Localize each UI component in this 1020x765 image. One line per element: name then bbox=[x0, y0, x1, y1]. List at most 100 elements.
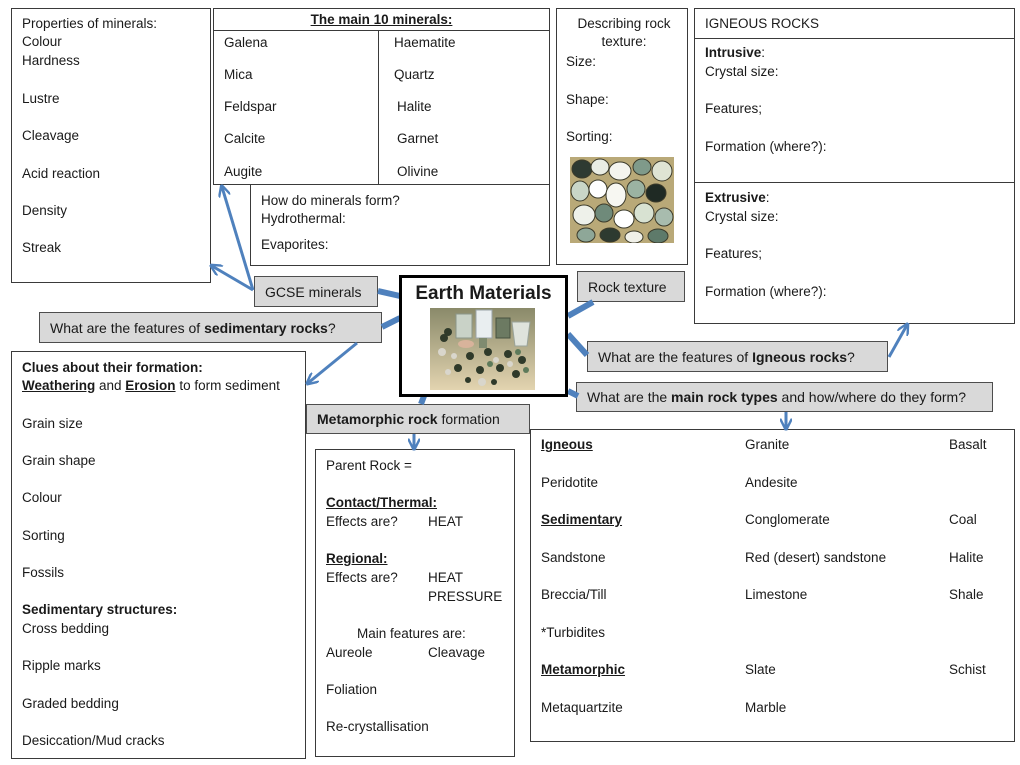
rock-types-box: Igneous Granite Basalt Peridotite Andesite Se… bbox=[530, 429, 1015, 742]
mineral-item: Quartz bbox=[394, 67, 435, 82]
regional-effects-value: PRESSURE bbox=[428, 589, 503, 604]
rock-type-item: Basalt bbox=[949, 437, 987, 452]
igneous-q-post: ? bbox=[847, 349, 855, 365]
feature-item: Foliation bbox=[326, 682, 378, 697]
rock-type-item: Coal bbox=[949, 512, 977, 527]
property-item: Lustre bbox=[22, 91, 60, 106]
extrusive-heading-text: Extrusive bbox=[705, 190, 766, 205]
and-text: and bbox=[95, 378, 126, 393]
rock-type-item: Marble bbox=[745, 699, 787, 715]
feature-item: Aureole bbox=[326, 645, 373, 660]
weathering-line: Weathering and Erosion to form sediment bbox=[22, 377, 280, 394]
arrow-to-sedimentary-box bbox=[308, 341, 358, 383]
main-minerals-table: The main 10 minerals: Galena Mica Feldsp… bbox=[213, 8, 550, 185]
property-item: Hardness bbox=[22, 53, 80, 68]
mineral-item: Galena bbox=[224, 35, 268, 50]
igneous-q-bold: Igneous rocks bbox=[752, 349, 848, 365]
property-item: Colour bbox=[22, 34, 62, 49]
structure-item: Ripple marks bbox=[22, 658, 101, 673]
main-types-q-bold: main rock types bbox=[671, 389, 778, 405]
weathering-term: Weathering bbox=[22, 378, 96, 393]
main-types-q-post: and how/where do they form? bbox=[777, 389, 966, 405]
hub-to-rock-texture-connector bbox=[566, 299, 595, 319]
gcse-minerals-text: GCSE minerals bbox=[265, 284, 362, 300]
intrusive-heading-text: Intrusive bbox=[705, 45, 762, 60]
rock-type-item: Granite bbox=[745, 437, 790, 452]
metamorphic-box: Parent Rock = Contact/Thermal: Effects a… bbox=[315, 449, 515, 757]
texture-item: Shape: bbox=[566, 92, 609, 107]
sedimentary-item: Grain size bbox=[22, 416, 83, 431]
extrusive-line: Formation (where?): bbox=[705, 284, 827, 299]
sedimentary-item: Grain shape bbox=[22, 453, 96, 468]
extrusive-line: Crystal size: bbox=[705, 209, 779, 224]
sediment-text: to form sediment bbox=[175, 378, 280, 393]
rock-type-item: Schist bbox=[949, 662, 986, 677]
texture-item: Size: bbox=[566, 54, 597, 69]
sedimentary-heading: Clues about their formation: bbox=[22, 360, 203, 375]
intrusive-heading: Intrusive: bbox=[705, 45, 766, 60]
intrusive-line: Formation (where?): bbox=[705, 139, 827, 154]
sedimentary-item: Colour bbox=[22, 490, 62, 505]
rock-type-item: Sandstone bbox=[541, 549, 606, 565]
rock-texture-label[interactable]: Rock texture bbox=[577, 271, 685, 302]
rock-type-item: Peridotite bbox=[541, 474, 599, 490]
igneous-question-label[interactable]: What are the features of Igneous rocks? bbox=[587, 341, 888, 372]
property-item: Density bbox=[22, 203, 68, 218]
main-minerals-title-row: The main 10 minerals: bbox=[214, 9, 549, 31]
earth-materials-title: Earth Materials bbox=[415, 283, 552, 304]
sedimentary-question-label[interactable]: What are the features of sedimentary roc… bbox=[39, 312, 382, 343]
hub-to-sedimentary-connector bbox=[380, 315, 402, 330]
igneous-divider bbox=[695, 182, 1014, 183]
property-item: Acid reaction bbox=[22, 166, 101, 181]
rock-texture-image bbox=[570, 157, 674, 243]
minerals-form-question: How do minerals form? bbox=[261, 193, 400, 208]
hub-to-gcse-connector bbox=[377, 288, 401, 299]
rock-type-item: Shale bbox=[949, 587, 984, 602]
erosion-term: Erosion bbox=[125, 378, 176, 393]
earth-materials-hub[interactable]: Earth Materials bbox=[399, 275, 568, 397]
sedimentary-q-post: ? bbox=[327, 320, 336, 336]
sedimentary-item: Sorting bbox=[22, 528, 65, 543]
regional-heading: Regional: bbox=[326, 551, 388, 566]
sedimentary-features-box: Clues about their formation: Weathering … bbox=[11, 351, 306, 759]
regional-effects-value: HEAT bbox=[428, 570, 464, 585]
properties-of-minerals-box: Properties of minerals: Colour Hardness … bbox=[11, 8, 211, 283]
gcse-minerals-label[interactable]: GCSE minerals bbox=[254, 276, 378, 307]
rock-category-heading: Sedimentary bbox=[541, 512, 623, 527]
minerals-form-box: How do minerals form? Hydrothermal: Evap… bbox=[250, 184, 550, 266]
main-rock-types-question-label[interactable]: What are the main rock types and how/whe… bbox=[576, 382, 993, 412]
mineral-item: Feldspar bbox=[224, 99, 277, 114]
texture-item: Sorting: bbox=[566, 129, 613, 144]
regional-effects-label: Effects are? bbox=[326, 570, 398, 585]
metamorphic-question-label[interactable]: Metamorphic rock formation bbox=[306, 404, 530, 434]
rock-type-item: Slate bbox=[745, 662, 776, 677]
structure-item: Desiccation/Mud cracks bbox=[22, 733, 165, 748]
contact-effects-value: HEAT bbox=[428, 514, 464, 529]
rock-category-heading: Igneous bbox=[541, 437, 593, 452]
rock-type-item: Andesite bbox=[745, 474, 798, 490]
hydrothermal-label: Hydrothermal: bbox=[261, 211, 346, 226]
rock-type-item: Limestone bbox=[745, 587, 808, 602]
mineral-item: Calcite bbox=[224, 131, 266, 146]
contact-effects-label: Effects are? bbox=[326, 514, 398, 529]
main-types-q-pre: What are the bbox=[587, 389, 672, 405]
igneous-q-pre: What are the features of bbox=[598, 349, 753, 365]
properties-title: Properties of minerals: bbox=[22, 16, 158, 31]
rock-type-item: Red (desert) sandstone bbox=[745, 549, 887, 565]
intrusive-line: Crystal size: bbox=[705, 64, 779, 79]
hub-to-igneous-connector bbox=[565, 331, 590, 358]
arrow-to-properties bbox=[212, 266, 254, 292]
rock-samples-image bbox=[430, 308, 535, 390]
property-item: Streak bbox=[22, 240, 62, 255]
structures-heading: Sedimentary structures: bbox=[22, 602, 178, 617]
sedimentary-q-bold: sedimentary rocks bbox=[204, 320, 328, 336]
contact-heading: Contact/Thermal: bbox=[326, 495, 438, 510]
structure-item: Graded bedding bbox=[22, 696, 119, 711]
extrusive-line: Features; bbox=[705, 246, 763, 261]
mineral-item: Augite bbox=[224, 164, 263, 179]
rock-type-item: Metaquartzite bbox=[541, 699, 623, 715]
texture-title: Describing rock texture: bbox=[577, 16, 671, 49]
intrusive-line: Features; bbox=[705, 101, 763, 116]
rock-type-item: Halite bbox=[949, 549, 984, 565]
arrow-to-igneous-box bbox=[887, 325, 907, 358]
